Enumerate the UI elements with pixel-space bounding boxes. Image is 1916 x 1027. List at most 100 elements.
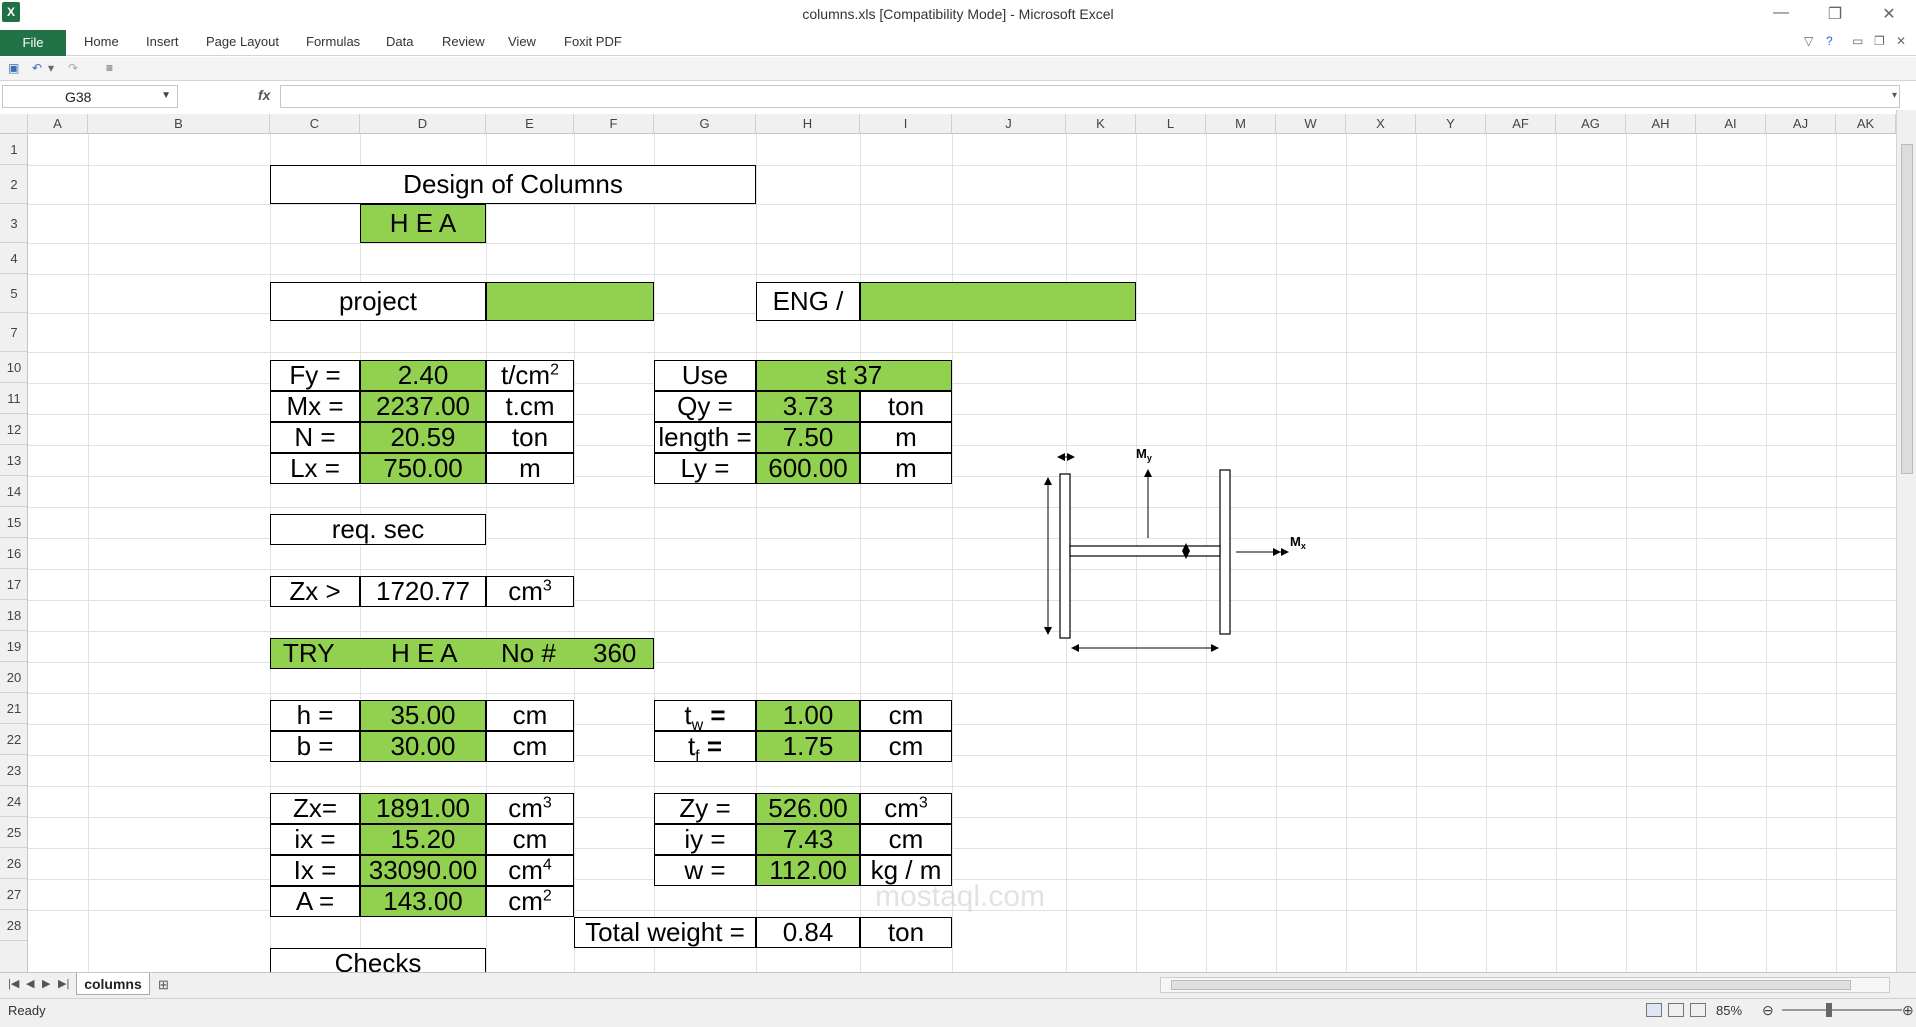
first-sheet-icon[interactable]: |◀: [8, 977, 19, 990]
tab-formulas[interactable]: Formulas: [306, 34, 360, 49]
lx-unit[interactable]: m: [486, 453, 574, 484]
ribbon-collapse-icon[interactable]: ▽: [1804, 34, 1813, 48]
row-header[interactable]: 4: [0, 243, 27, 274]
row-header[interactable]: 1: [0, 134, 27, 165]
minimize-button[interactable]: —: [1766, 4, 1796, 22]
total-weight-unit[interactable]: ton: [860, 917, 952, 948]
zx-unit[interactable]: cm3: [486, 793, 574, 824]
h-label[interactable]: h =: [270, 700, 360, 731]
horizontal-scroll-thumb[interactable]: [1171, 980, 1851, 990]
mx-label[interactable]: Mx =: [270, 391, 360, 422]
vertical-scrollbar[interactable]: [1896, 110, 1916, 972]
tf-value[interactable]: 1.75: [756, 731, 860, 762]
chevron-down-icon[interactable]: ▼: [161, 90, 171, 101]
row-header[interactable]: 23: [0, 755, 27, 786]
page-layout-view-icon[interactable]: [1668, 1003, 1684, 1017]
name-box[interactable]: G38 ▼: [2, 85, 178, 108]
horizontal-scrollbar[interactable]: [1160, 977, 1890, 993]
insert-function-icon[interactable]: fx: [258, 87, 270, 103]
row-header[interactable]: 2: [0, 165, 27, 204]
normal-view-icon[interactable]: [1646, 1003, 1662, 1017]
ly-unit[interactable]: m: [860, 453, 952, 484]
lx-label[interactable]: Lx =: [270, 453, 360, 484]
restore-button[interactable]: ❐: [1820, 4, 1850, 24]
w-label[interactable]: w =: [654, 855, 756, 886]
total-weight-value[interactable]: 0.84: [756, 917, 860, 948]
use-label[interactable]: Use: [654, 360, 756, 391]
column-header[interactable]: B: [88, 114, 270, 134]
zoom-slider[interactable]: [1782, 1009, 1902, 1011]
n-label[interactable]: N =: [270, 422, 360, 453]
inertia-x-label[interactable]: Ix =: [270, 855, 360, 886]
workbook-minimize-icon[interactable]: ▭: [1852, 34, 1863, 48]
iy-unit[interactable]: cm: [860, 824, 952, 855]
row-header[interactable]: 25: [0, 817, 27, 848]
req-sec-label[interactable]: req. sec: [270, 514, 486, 545]
zx-req-unit[interactable]: cm3: [486, 576, 574, 607]
tf-unit[interactable]: cm: [860, 731, 952, 762]
column-header[interactable]: K: [1066, 114, 1136, 134]
zx-value[interactable]: 1891.00: [360, 793, 486, 824]
column-header[interactable]: A: [28, 114, 88, 134]
row-header[interactable]: 10: [0, 352, 27, 383]
column-header[interactable]: F: [574, 114, 654, 134]
column-header[interactable]: M: [1206, 114, 1276, 134]
zoom-slider-handle[interactable]: [1826, 1003, 1832, 1017]
customize-toolbar-icon[interactable]: ≡: [106, 61, 113, 75]
row-header[interactable]: 16: [0, 538, 27, 569]
fy-label[interactable]: Fy =: [270, 360, 360, 391]
row-header[interactable]: 18: [0, 600, 27, 631]
inertia-x-value[interactable]: 33090.00: [360, 855, 486, 886]
area-label[interactable]: A =: [270, 886, 360, 917]
sheet-tab-columns[interactable]: columns: [76, 973, 150, 995]
eng-label[interactable]: ENG /: [756, 282, 860, 321]
row-header[interactable]: 20: [0, 662, 27, 693]
zx-req-label[interactable]: Zx >: [270, 576, 360, 607]
worksheet-grid[interactable]: Design of Columns H E A project ENG / Fy…: [28, 134, 1896, 972]
zx-req-value[interactable]: 1720.77: [360, 576, 486, 607]
tab-insert[interactable]: Insert: [146, 34, 179, 49]
column-header[interactable]: AF: [1486, 114, 1556, 134]
new-sheet-icon[interactable]: ⊞: [158, 977, 169, 993]
ix-value[interactable]: 15.20: [360, 824, 486, 855]
column-header[interactable]: H: [756, 114, 860, 134]
eng-value[interactable]: [860, 282, 1136, 321]
ix-label[interactable]: ix =: [270, 824, 360, 855]
fy-value[interactable]: 2.40: [360, 360, 486, 391]
column-header[interactable]: AJ: [1766, 114, 1836, 134]
tw-label[interactable]: tw =: [654, 700, 756, 734]
row-header[interactable]: 22: [0, 724, 27, 755]
section-type[interactable]: H E A: [360, 204, 486, 243]
iy-label[interactable]: iy =: [654, 824, 756, 855]
mx-unit[interactable]: t.cm: [486, 391, 574, 422]
qy-label[interactable]: Qy =: [654, 391, 756, 422]
column-header[interactable]: W: [1276, 114, 1346, 134]
try-row[interactable]: TRY H E A No # 360: [270, 638, 654, 669]
formula-input[interactable]: ▾: [280, 85, 1900, 108]
row-header[interactable]: 11: [0, 383, 27, 414]
column-header[interactable]: AK: [1836, 114, 1896, 134]
length-unit[interactable]: m: [860, 422, 952, 453]
row-header[interactable]: 7: [0, 313, 27, 352]
project-value[interactable]: [486, 282, 654, 321]
tab-data[interactable]: Data: [386, 34, 413, 49]
sheet-title[interactable]: Design of Columns: [270, 165, 756, 204]
total-weight-label[interactable]: Total weight =: [574, 917, 756, 948]
page-break-view-icon[interactable]: [1690, 1003, 1706, 1017]
ix-unit[interactable]: cm: [486, 824, 574, 855]
column-header[interactable]: I: [860, 114, 952, 134]
row-header[interactable]: 27: [0, 879, 27, 910]
row-header[interactable]: 19: [0, 631, 27, 662]
n-value[interactable]: 20.59: [360, 422, 486, 453]
row-header[interactable]: 13: [0, 445, 27, 476]
length-label[interactable]: length =: [654, 422, 756, 453]
zoom-level[interactable]: 85%: [1716, 1003, 1742, 1018]
last-sheet-icon[interactable]: ▶|: [58, 977, 69, 990]
tf-label[interactable]: tf =: [654, 731, 756, 765]
b-label[interactable]: b =: [270, 731, 360, 762]
tab-page-layout[interactable]: Page Layout: [206, 34, 279, 49]
column-header[interactable]: AG: [1556, 114, 1626, 134]
tab-view[interactable]: View: [508, 34, 536, 49]
zoom-out-icon[interactable]: ⊖: [1762, 1002, 1774, 1019]
zoom-in-icon[interactable]: ⊕: [1902, 1002, 1914, 1019]
